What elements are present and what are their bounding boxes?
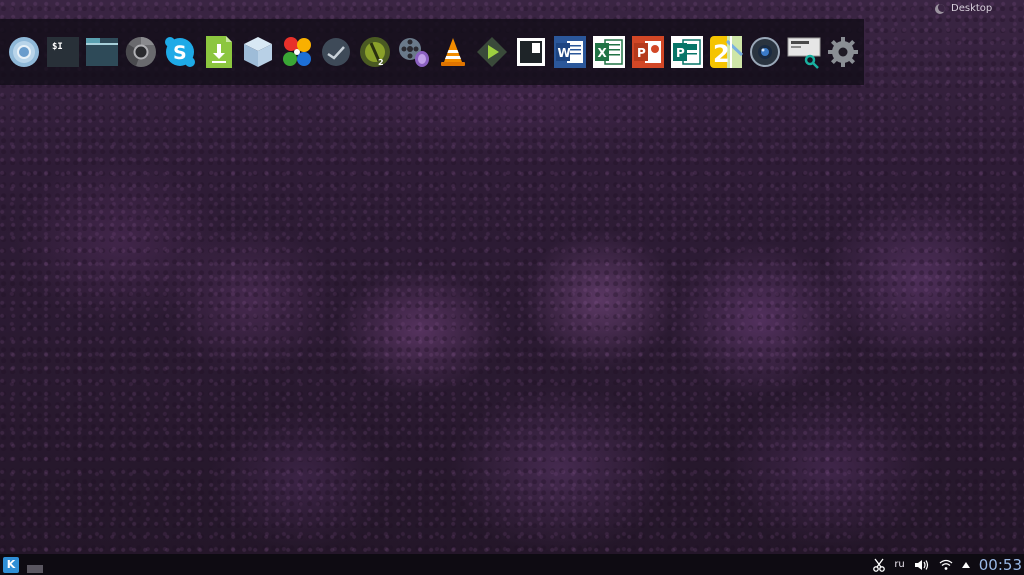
gear-icon [827, 37, 858, 67]
map-2gis-icon: 2 [709, 36, 743, 68]
map-2gis-letter: 2 [713, 40, 730, 68]
dock-item-webcam[interactable] [748, 35, 782, 69]
excel-letter: X [597, 46, 607, 60]
dock-item-powerpoint[interactable]: P [631, 35, 665, 69]
dock-item-media-player[interactable] [475, 35, 509, 69]
word-icon: W [553, 36, 586, 68]
word-letter: W [557, 46, 570, 60]
app-dock: $I S 2 W X P P 2 [0, 19, 864, 85]
dock-item-network-manager[interactable] [787, 35, 821, 69]
skype-icon: S [164, 37, 195, 67]
keyboard-layout-indicator[interactable]: ru [894, 559, 904, 570]
folder-icon [85, 38, 118, 66]
dock-item-chrome[interactable] [124, 35, 158, 69]
film-reel-icon [398, 38, 429, 67]
play-icon [476, 37, 507, 67]
digital-clock[interactable]: 00:53 [979, 556, 1022, 574]
dock-item-game[interactable]: 2 [358, 35, 392, 69]
volume-icon[interactable] [914, 559, 930, 571]
chrome-icon [125, 37, 156, 67]
publisher-letter: P [676, 46, 685, 60]
screenshot-icon [516, 38, 545, 66]
kde-logo-icon: K [6, 558, 16, 571]
terminal-icon: $I [46, 37, 79, 67]
dock-item-skype[interactable]: S [163, 35, 197, 69]
excel-icon: X [592, 36, 625, 68]
dock-item-virtualbox[interactable] [241, 35, 275, 69]
svg-text:2: 2 [378, 58, 384, 67]
dock-item-settings[interactable] [826, 35, 860, 69]
dock-item-playonlinux[interactable] [280, 35, 314, 69]
dock-item-downloader[interactable] [202, 35, 236, 69]
tray-expand-arrow-icon[interactable] [961, 561, 970, 568]
dock-item-file-manager[interactable] [85, 35, 119, 69]
bottom-panel: K ru 00:53 [0, 554, 1024, 575]
dock-item-vlc[interactable] [436, 35, 470, 69]
task-manager-item[interactable] [27, 564, 43, 573]
system-tray: ru 00:53 [873, 554, 1024, 575]
dock-item-screenshot[interactable] [514, 35, 548, 69]
download-icon [205, 36, 232, 68]
powerpoint-icon: P [631, 36, 664, 68]
dock-item-terminal[interactable]: $I [46, 35, 80, 69]
svg-text:S: S [173, 42, 187, 64]
dock-item-word[interactable]: W [553, 35, 587, 69]
vlc-cone-icon [440, 38, 465, 66]
network-monitor-icon [787, 37, 820, 69]
dock-item-steam[interactable] [319, 35, 353, 69]
dock-item-excel[interactable]: X [592, 35, 626, 69]
dock-item-publisher[interactable]: P [670, 35, 704, 69]
application-launcher-button[interactable]: K [3, 556, 19, 573]
svg-text:$I: $I [52, 42, 63, 52]
webcam-icon [749, 37, 780, 67]
powerpoint-letter: P [637, 46, 646, 60]
chromium-icon [8, 37, 39, 67]
steam-icon [321, 38, 350, 66]
clover-icon [282, 37, 311, 66]
desktop-activity-label[interactable]: Desktop [935, 3, 992, 14]
moon-icon [935, 3, 945, 14]
dock-item-media-converter[interactable] [397, 35, 431, 69]
desktop-label-text: Desktop [951, 3, 993, 14]
clipboard-scissors-icon[interactable] [873, 558, 886, 572]
wifi-icon[interactable] [939, 559, 953, 570]
cube-icon [243, 37, 272, 67]
game-icon: 2 [359, 37, 390, 67]
wallpaper-texture [0, 0, 1024, 575]
dock-item-chromium[interactable] [7, 35, 41, 69]
publisher-icon: P [670, 36, 703, 68]
dock-item-2gis[interactable]: 2 [709, 35, 743, 69]
